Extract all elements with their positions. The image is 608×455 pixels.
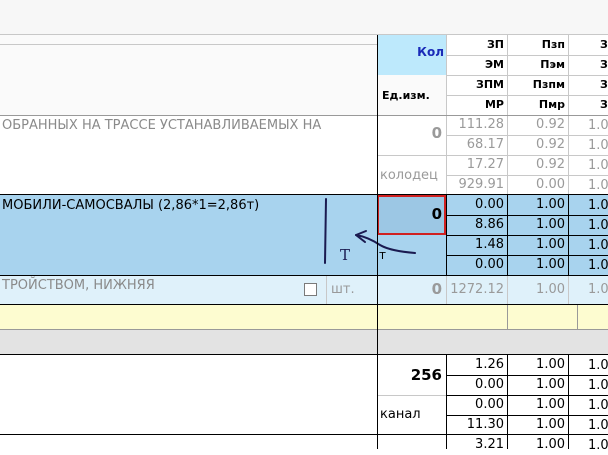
header-name-area: [0, 35, 377, 115]
header-z3: З: [600, 78, 608, 91]
top-strip: [0, 0, 608, 34]
row1-c3-1: 1.0: [588, 138, 608, 153]
kol-header-label: Кол: [417, 45, 444, 59]
header-pmr: Пмр: [538, 98, 565, 111]
row4-c3-4: 1.0: [588, 438, 608, 453]
row4-unit: канал: [380, 407, 421, 422]
row3-checkbox[interactable]: [304, 283, 317, 296]
row1-unit: колодец: [380, 168, 438, 183]
header-zp: ЗП: [486, 38, 504, 51]
header-z2: З: [600, 58, 608, 71]
row3-unit: шт.: [331, 282, 355, 297]
row4-c3-2: 1.0: [588, 398, 608, 413]
row1-c1-2: 17.27: [466, 157, 504, 172]
row1-c3-2: 1.0: [588, 158, 608, 173]
handwritten-t-letter: Т: [340, 246, 351, 264]
row1-name: ОБРАННЫХ НА ТРАССЕ УСТАНАВЛИВАЕМЫХ НА: [2, 118, 322, 133]
row1-c1-3: 929.91: [458, 177, 505, 192]
row3-c2: 1.00: [536, 282, 565, 297]
row1-c1-1: 68.17: [466, 137, 504, 152]
row1-c3-0: 1.0: [588, 118, 608, 133]
handwritten-arrow-annotation: [324, 198, 416, 264]
header-pzpm: Пзпм: [532, 78, 565, 91]
row4-c2-0: 1.00: [536, 357, 565, 372]
row1-c2-0: 0.92: [536, 117, 565, 132]
row2-c2-3: 1.00: [536, 257, 565, 272]
row1-c1-0: 111.28: [458, 117, 505, 132]
row1-c2-2: 0.92: [536, 157, 565, 172]
group-total-row: [0, 305, 608, 329]
row2-c3-1: 1.0: [588, 218, 608, 233]
row2-c2-1: 1.00: [536, 217, 565, 232]
row1-c3-3: 1.0: [588, 178, 608, 193]
row4-c1-1: 0.00: [475, 377, 504, 392]
row1-qty[interactable]: 0: [377, 124, 446, 142]
row4-qty[interactable]: 256: [377, 366, 446, 384]
row2-c1-3: 0.00: [475, 257, 504, 272]
row4-c1-0: 1.26: [475, 357, 504, 372]
section-separator: [0, 330, 608, 354]
row4-c1-4: 3.21: [475, 437, 504, 452]
row4-c3-0: 1.0: [588, 358, 608, 373]
row1-c2-1: 0.92: [536, 137, 565, 152]
header-pzp: Пзп: [541, 38, 565, 51]
header-pem: Пэм: [540, 58, 565, 71]
row4-c3-3: 1.0: [588, 418, 608, 433]
row4-c3-1: 1.0: [588, 378, 608, 393]
row4-c2-3: 1.00: [536, 417, 565, 432]
row3-c1: 1272.12: [450, 282, 504, 297]
row4-c2-1: 1.00: [536, 377, 565, 392]
row4-c2-2: 1.00: [536, 397, 565, 412]
header-zpm: ЗПМ: [476, 78, 504, 91]
row3-qty[interactable]: 0: [377, 280, 446, 298]
row4-c1-3: 11.30: [466, 417, 504, 432]
row3-c3: 1.0: [588, 282, 608, 297]
row3-name: ТРОЙСТВОМ, НИЖНЯЯ: [2, 278, 155, 293]
header-z4: З: [600, 98, 608, 111]
row1-c2-3: 0.00: [536, 177, 565, 192]
row2-c3-3: 1.0: [588, 258, 608, 273]
row2-c3-0: 1.0: [588, 198, 608, 213]
row2-c1-0: 0.00: [475, 197, 504, 212]
row2-name: МОБИЛИ-САМОСВАЛЫ (2,86*1=2,86т): [2, 198, 260, 213]
row4-c2-4: 1.00: [536, 437, 565, 452]
row2-c1-2: 1.48: [475, 237, 504, 252]
unit-header-label: Ед.изм.: [382, 89, 430, 102]
row2-c3-2: 1.0: [588, 238, 608, 253]
row4-c1-2: 0.00: [475, 397, 504, 412]
header-z1: З: [600, 38, 608, 51]
row2-c2-0: 1.00: [536, 197, 565, 212]
row2-c1-1: 8.86: [475, 217, 504, 232]
header-mr: МР: [484, 98, 504, 111]
row2-c2-2: 1.00: [536, 237, 565, 252]
header-em: ЭМ: [484, 58, 504, 71]
